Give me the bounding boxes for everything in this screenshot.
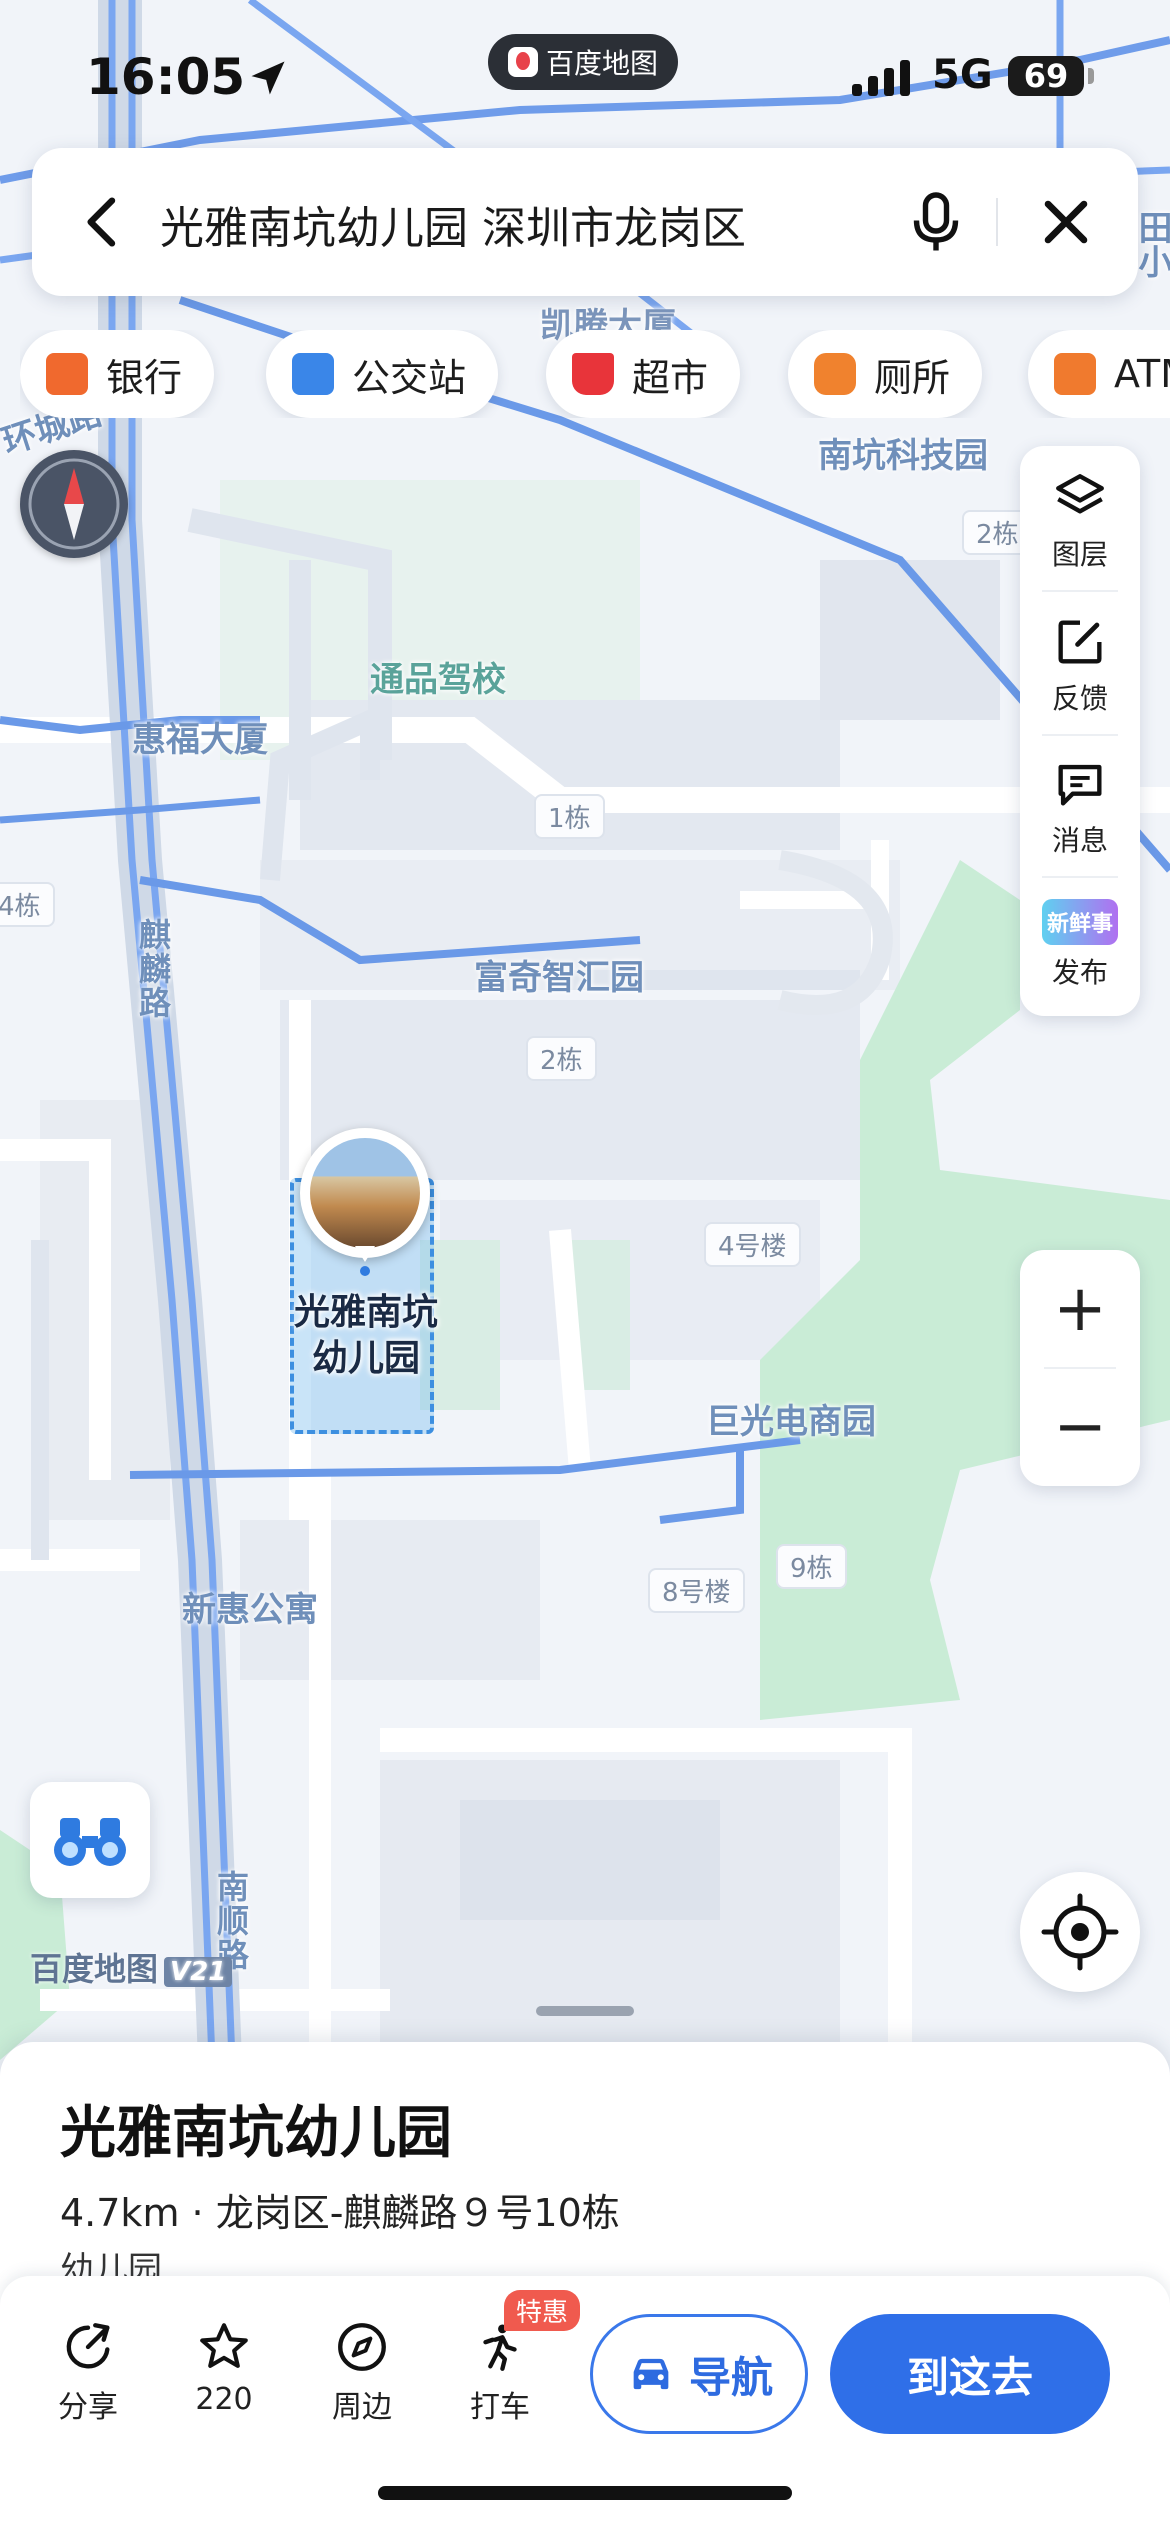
map-tools-panel: 图层 反馈 消息 新鲜事 发布 [1020,446,1140,1016]
bus-stop-icon [292,353,334,395]
building-tag: 4号楼 [704,1222,801,1267]
place-label-xinhui: 新惠公寓 [182,1590,318,1630]
compass-nearby-icon [338,2323,386,2371]
navigate-button[interactable]: 导航 [590,2314,808,2434]
favorite-button[interactable]: 220 [164,2318,284,2417]
place-label-huifu: 惠福大厦 [132,720,268,760]
yen-icon [1054,353,1096,395]
poi-photo [310,1138,420,1248]
locate-me-button[interactable] [1020,1872,1140,1992]
chip-supermarket[interactable]: 超市 [546,330,741,418]
building-tag: 4栋 [0,882,55,927]
app-indicator-pill[interactable]: 百度地图 [488,34,678,90]
compass-icon [28,458,120,550]
sheet-drag-handle[interactable] [536,2006,634,2016]
news-badge-icon: 新鲜事 [1042,899,1118,945]
place-label-nankeng-tech: 南坑科技园 [818,436,988,476]
edit-icon [1058,620,1102,664]
compass-button[interactable] [20,450,128,558]
toilet-icon [814,353,856,395]
building-tag: 2栋 [526,1036,597,1081]
brand-watermark: 百度地图 V21 [30,1944,233,1990]
chip-toilet[interactable]: 厕所 [788,330,983,418]
favorite-count: 220 [195,2382,253,2417]
cart-icon [572,353,614,395]
zoom-in-button[interactable]: + [1020,1250,1140,1368]
street-view-button[interactable] [30,1782,150,1898]
layers-button[interactable]: 图层 [1020,450,1140,592]
home-indicator[interactable] [378,2486,792,2500]
back-icon[interactable] [72,190,136,254]
location-arrow-icon [251,61,285,95]
share-button[interactable]: 分享 [28,2318,148,2426]
zoom-control: + − [1020,1250,1140,1486]
car-icon [633,2358,669,2390]
place-title: 光雅南坑幼儿园 [60,2101,452,2166]
taxi-button[interactable]: 打车 [440,2318,560,2426]
baidu-maps-logo-icon [507,47,538,77]
screen: 环城路 南坑科技园 凯腾大厦 田小 通品驾校 惠福大厦 富奇智汇园 巨光电商园 … [0,0,1170,2532]
layers-icon [1056,474,1104,514]
status-time: 16:05 [86,48,246,106]
battery-icon: 69 [1008,56,1084,96]
chip-bus-stop[interactable]: 公交站 [266,330,499,418]
poi-dot [360,1266,370,1276]
feedback-button[interactable]: 反馈 [1020,594,1140,736]
zoom-out-button[interactable]: − [1020,1368,1140,1486]
publish-button[interactable]: 新鲜事 发布 [1020,874,1140,1016]
building-tag: 1栋 [534,794,605,839]
taxi-promo-badge: 特惠 [504,2290,581,2331]
category-chips: 银行 公交站 超市 厕所 ATM [20,330,1170,418]
message-icon [1058,764,1102,806]
star-icon [200,2323,248,2368]
microphone-icon[interactable] [900,186,972,258]
crosshair-icon [1041,1893,1119,1971]
road-label-qilin: 麒麟路 [134,918,172,1020]
place-label-tongpin: 通品驾校 [370,660,506,700]
place-address: 4.7km · 龙岗区-麒麟路９号10栋 [60,2191,620,2235]
poi-map-label: 光雅南坑幼儿园 [293,1292,438,1379]
place-label-fuqi: 富奇智汇园 [474,958,644,998]
brand-version: V21 [164,1957,233,1987]
messages-button[interactable]: 消息 [1020,736,1140,878]
map-canvas[interactable]: 环城路 南坑科技园 凯腾大厦 田小 通品驾校 惠福大厦 富奇智汇园 巨光电商园 … [0,0,1170,2060]
poi-photo-marker[interactable] [300,1128,430,1276]
binoculars-icon [54,1818,126,1866]
bank-card-icon [46,353,88,395]
chip-atm[interactable]: ATM [1028,330,1170,418]
nearby-button[interactable]: 周边 [302,2318,422,2426]
share-icon [66,2323,110,2369]
building-tag: 8号楼 [648,1568,745,1613]
building-tag: 9栋 [776,1544,847,1589]
place-label-juguang: 巨光电商园 [706,1402,876,1442]
go-here-button[interactable]: 到这去 [830,2314,1110,2434]
search-bar[interactable]: 光雅南坑幼儿园 深圳市龙岗区 [32,148,1138,296]
search-query[interactable]: 光雅南坑幼儿园 深圳市龙岗区 [160,192,746,256]
network-type: 5G [932,52,993,98]
chip-bank[interactable]: 银行 [20,330,215,418]
signal-icon [852,60,910,96]
close-icon[interactable] [1030,186,1102,258]
